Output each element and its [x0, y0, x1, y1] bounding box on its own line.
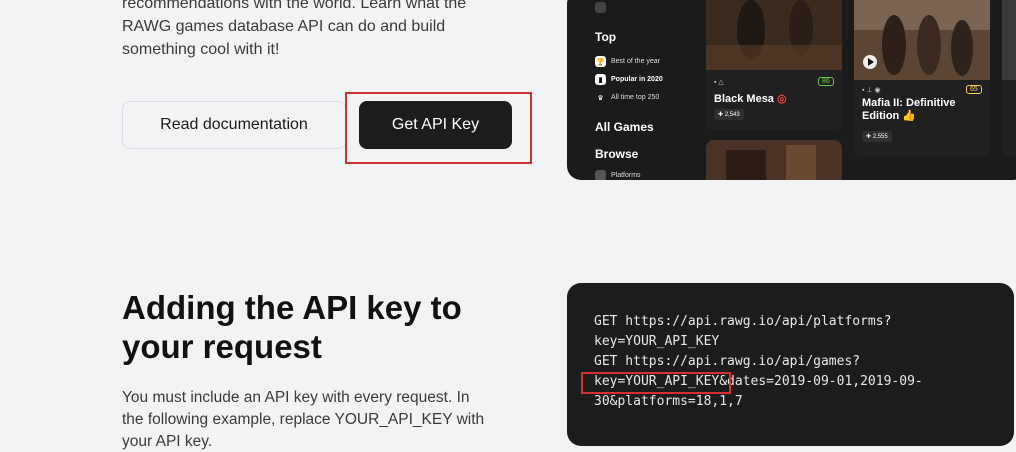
- add-badge: ✚ 2,555: [862, 131, 892, 142]
- get-api-key-button[interactable]: Get API Key: [359, 101, 512, 149]
- preview-item-label: All time top 250: [611, 94, 660, 101]
- added-count: 2,555: [872, 134, 888, 140]
- game-card-mafia: ▪ ⊥ ◉ 65 Mafia II: Definitive Edition 👍 …: [854, 0, 990, 156]
- added-count: 2,543: [724, 112, 740, 118]
- intro-line-3: something cool with it!: [122, 41, 280, 58]
- heading-line-1: Adding the API key to: [122, 289, 462, 326]
- card-title-line-1: Mafia II: Definitive: [862, 97, 956, 109]
- code-line-3: GET https://api.rawg.io/api/games?: [594, 354, 861, 369]
- card-title: Mafia II: Definitive Edition 👍: [862, 97, 956, 123]
- preview-item-platforms: Platforms: [595, 170, 641, 180]
- add-badge: ✚ 2,543: [714, 109, 744, 120]
- preview-item-label: Popular in 2020: [611, 76, 663, 83]
- metascore-badge: 86: [818, 77, 834, 86]
- desc-line-2: the following example, replace YOUR_API_…: [122, 411, 485, 428]
- get-api-key-label: Get API Key: [391, 116, 480, 133]
- game-card-next: [706, 140, 842, 180]
- grid-icon: [595, 2, 606, 13]
- trophy-icon: 🏆: [595, 56, 606, 67]
- card-title: Black Mesa ◎: [714, 93, 787, 106]
- read-documentation-label: Read documentation: [160, 116, 308, 133]
- preview-all-games: All Games: [595, 120, 654, 134]
- preview-item-label: Best of the year: [611, 58, 661, 65]
- intro-text: recommendations with the world. Learn wh…: [122, 0, 492, 61]
- game-card-partial: [1002, 0, 1016, 156]
- intro-line-2: RAWG games database API can do and build: [122, 18, 446, 35]
- card-title-text: Edition: [862, 110, 900, 122]
- section-heading: Adding the API key to your request: [122, 288, 522, 366]
- game-image: [854, 0, 990, 80]
- game-image: [706, 0, 842, 70]
- preview-item-alltime: ♛ All time top 250: [595, 92, 659, 103]
- preview-browse: Browse: [595, 147, 639, 161]
- desc-line-1: You must include an API key with every r…: [122, 389, 470, 406]
- card-title-line-2: Edition 👍: [862, 110, 956, 123]
- bar-chart-icon: ▮: [595, 74, 606, 85]
- preview-item-popular: ▮ Popular in 2020: [595, 74, 663, 85]
- target-icon: ◎: [777, 93, 787, 105]
- game-image: [1002, 0, 1016, 80]
- code-line-1: GET https://api.rawg.io/api/platforms?: [594, 314, 892, 329]
- card-title-text: Black Mesa: [714, 93, 774, 105]
- preview-item-best: 🏆 Best of the year: [595, 56, 660, 67]
- code-line-4: key=YOUR_API_KEY&dates=2019-09-01,2019-0…: [594, 374, 923, 389]
- read-documentation-button[interactable]: Read documentation: [122, 101, 346, 149]
- metascore-badge: 65: [966, 85, 982, 94]
- preview-top-heading: Top: [595, 30, 617, 44]
- code-line-2: key=YOUR_API_KEY: [594, 334, 720, 349]
- platform-icons: ▪ ⊥ ◉: [862, 87, 881, 94]
- thumbs-up-icon: 👍: [902, 110, 917, 122]
- gamepad-icon: [595, 170, 606, 180]
- code-line-5: 30&platforms=18,1,7: [594, 394, 743, 409]
- crown-icon: ♛: [597, 94, 604, 102]
- intro-line-1: recommendations with the world. Learn wh…: [122, 0, 467, 12]
- game-image: [706, 140, 842, 180]
- game-card-black-mesa: ▪ △ 86 Black Mesa ◎ ✚ 2,543: [706, 0, 842, 130]
- page: recommendations with the world. Learn wh…: [8, 0, 1016, 452]
- site-preview: Top 🏆 Best of the year ▮ Popular in 2020…: [567, 0, 1016, 180]
- code-example: GET https://api.rawg.io/api/platforms? k…: [567, 283, 1014, 446]
- section-description: You must include an API key with every r…: [122, 387, 512, 452]
- desc-line-3: your API key.: [122, 433, 213, 450]
- preview-item-label: Platforms: [611, 172, 641, 179]
- heading-line-2: your request: [122, 328, 322, 365]
- platform-icons: ▪ △: [714, 79, 724, 86]
